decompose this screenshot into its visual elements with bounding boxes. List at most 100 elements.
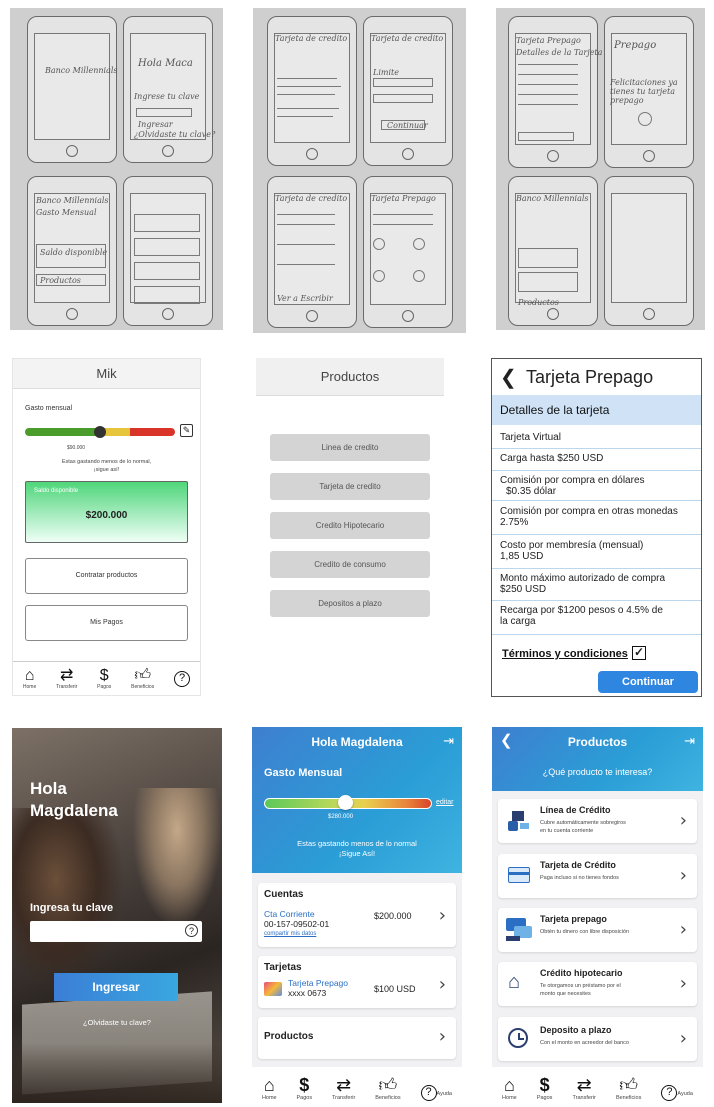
tab-beneficios[interactable]: 👍︎ Beneficios [131, 666, 154, 690]
tab-home[interactable]: ⌂ Home [502, 1075, 517, 1101]
credit-line-icon [508, 809, 530, 833]
gasto-label: Gasto mensual [25, 405, 73, 412]
logout-icon[interactable]: ⇥ [443, 733, 454, 749]
tab-label: Transferir [56, 683, 78, 690]
gauge-knob[interactable] [337, 795, 353, 810]
detail-row: Costo por membresía (mensual) 1,85 USD [492, 535, 701, 569]
sketch-text: Tarjeta de credito [275, 194, 348, 203]
product-credito-consumo[interactable]: Credito de consumo [270, 551, 430, 578]
cuentas-card[interactable]: Cuentas Cta Corriente 00-157-09502-01 co… [258, 883, 456, 947]
tab-label: Home [22, 683, 37, 690]
clave-input[interactable]: ? [30, 921, 202, 942]
product-linea-credito[interactable]: Linea de credito [270, 434, 430, 461]
product-tarjeta-credito[interactable]: Tarjeta de Crédito Paga incluso si no ti… [498, 854, 697, 898]
chevron-right-icon: › [679, 865, 687, 886]
product-title: Tarjeta prepago [540, 914, 607, 924]
login-screen: Hola Magdalena Ingresa tu clave ? Ingres… [12, 728, 222, 1103]
edit-link[interactable]: editar [436, 799, 454, 806]
tarjeta-name[interactable]: Tarjeta Prepago [288, 978, 348, 988]
tab-transferir[interactable]: ⇄ Transferir [332, 1075, 355, 1101]
wireframe-home-screen: Mik Gasto mensual ✎ $90.000 Estas gastan… [12, 358, 201, 696]
ingresar-button[interactable]: Ingresar [54, 973, 178, 1001]
detail-text: Recarga por $1200 pesos o 4.5% de [500, 605, 663, 616]
chevron-right-icon: › [679, 919, 687, 940]
home-header: Hola Magdalena ⇥ Gasto Mensual editar $2… [252, 727, 462, 873]
tab-beneficios[interactable]: 👍︎ Beneficios [616, 1075, 641, 1101]
clock-icon [508, 1028, 528, 1048]
tab-ayuda[interactable]: ? Ayuda [661, 1085, 693, 1101]
cuenta-name[interactable]: Cta Corriente [264, 909, 315, 919]
tab-bar: ⌂ Home ⇄ Transferir $ Pagos 👍︎ Beneficios ? [13, 661, 200, 695]
sketch-text: Banco Millennials [36, 196, 109, 205]
tarjeta-amount: $100 USD [374, 984, 416, 994]
product-credito-hipotecario[interactable]: ⌂ Crédito hipotecario Te otorgamos un pr… [498, 962, 697, 1006]
logout-icon[interactable]: ⇥ [684, 733, 695, 749]
chevron-right-icon: › [679, 1028, 687, 1049]
sketch-text: Tarjeta Prepago [371, 194, 436, 203]
tab-label: Home [261, 1095, 277, 1101]
mis-pagos-button[interactable]: Mis Pagos [25, 605, 188, 641]
sketch-photo-2: Tarjeta de credito Tarjeta de credito Li… [253, 8, 466, 333]
card-icon [264, 982, 282, 996]
sketch-photo-3: Tarjeta Prepago Detalles de la Tarjeta P… [496, 8, 705, 330]
product-tarjeta-prepago[interactable]: Tarjeta prepago Obtén tu dinero con libr… [498, 908, 697, 952]
sketch-text: Continuar [387, 121, 428, 130]
gauge-knob[interactable] [94, 426, 106, 438]
detail-value: la carga [500, 616, 536, 627]
product-credito-hipotecario[interactable]: Credito Hipotecario [270, 512, 430, 539]
tarjetas-card[interactable]: Tarjetas Tarjeta Prepago xxxx 0673 $100 … [258, 956, 456, 1008]
tab-transferir[interactable]: ⇄ Transferir [56, 667, 78, 690]
back-icon[interactable]: ❮ [500, 365, 517, 390]
sketch-text: Ingresar [138, 120, 173, 129]
product-desc: en tu cuenta corriente [540, 828, 594, 834]
tab-ayuda[interactable]: ? Ayuda [420, 1085, 452, 1101]
sketch-text: Tarjeta de credito [371, 34, 444, 43]
tab-transferir[interactable]: ⇄ Transferir [573, 1075, 596, 1101]
page-title: Hola Magdalena [311, 735, 403, 749]
help-icon[interactable]: ? [185, 924, 198, 937]
tab-ayuda[interactable]: ? [174, 670, 191, 687]
product-desc: Paga incluso si no tienes fondos [540, 875, 619, 881]
tab-pagos[interactable]: $ Pagos [297, 1075, 313, 1101]
edit-icon[interactable]: ✎ [180, 424, 193, 437]
contratar-productos-button[interactable]: Contratar productos [25, 558, 188, 594]
product-desc: Te otorgamos un préstamo por el [540, 983, 621, 989]
tab-label: Pagos [536, 1095, 553, 1101]
product-desc: Obtén tu dinero con libre disposición [540, 929, 629, 935]
tab-home[interactable]: ⌂ Home [262, 1075, 277, 1101]
question-text: ¿Qué producto te interesa? [542, 767, 653, 777]
prepaid-card-icon [506, 918, 532, 942]
terms-link[interactable]: Términos y condiciones [502, 648, 628, 660]
greeting-line: Magdalena [30, 801, 118, 820]
terms-checkbox[interactable]: ✓ [632, 646, 646, 660]
product-tarjeta-credito[interactable]: Tarjeta de credito [270, 473, 430, 500]
share-link[interactable]: compartir mis datos [264, 931, 316, 937]
productos-card[interactable]: Productos › [258, 1017, 456, 1059]
thumbs-up-icon: 👍︎ [134, 666, 152, 684]
sketch-text: Felicitaciones ya tienes tu tarjeta prep… [610, 78, 678, 105]
product-depositos-plazo[interactable]: Depositos a plazo [270, 590, 430, 617]
product-deposito-plazo[interactable]: Deposito a plazo Con el monto en acreedo… [498, 1017, 697, 1061]
continue-button[interactable]: Continuar [598, 671, 698, 693]
tab-beneficios[interactable]: 👍︎ Beneficios [375, 1075, 400, 1101]
house-icon: ⌂ [508, 971, 521, 993]
tarjeta-prepago-screen: ❮ Tarjeta Prepago Detalles de la tarjeta… [491, 358, 702, 697]
sketch-text: Tarjeta Prepago [516, 36, 581, 45]
product-linea-credito[interactable]: Línea de Crédito Cubre automáticamente s… [498, 799, 697, 843]
sketch-text: Banco Millennials [516, 194, 589, 203]
saldo-label: Saldo disponible [34, 488, 79, 494]
sketch-photo-1: Banco Millennials Hola Maca Ingrese tu c… [10, 8, 223, 330]
sketch-text: Tarjeta de credito [275, 34, 348, 43]
home-icon: ⌂ [503, 1075, 515, 1095]
sketch-text: Prepago [614, 40, 657, 51]
tab-pagos[interactable]: $ Pagos [97, 667, 111, 690]
forgot-password-link[interactable]: ¿Olvidaste tu clave? [12, 1018, 222, 1027]
tab-label: Beneficios [375, 1095, 401, 1101]
tab-home[interactable]: ⌂ Home [22, 667, 37, 690]
products-header: ❮ Productos ⇥ ¿Qué producto te interesa? [492, 727, 703, 791]
detail-text: Comisión por compra en dólares [500, 475, 645, 486]
sketch-text: Productos [40, 276, 81, 285]
product-desc: Con el monto en acreedor del banco [540, 1040, 629, 1046]
tab-pagos[interactable]: $ Pagos [537, 1075, 553, 1101]
tab-label: Transferir [332, 1095, 356, 1101]
